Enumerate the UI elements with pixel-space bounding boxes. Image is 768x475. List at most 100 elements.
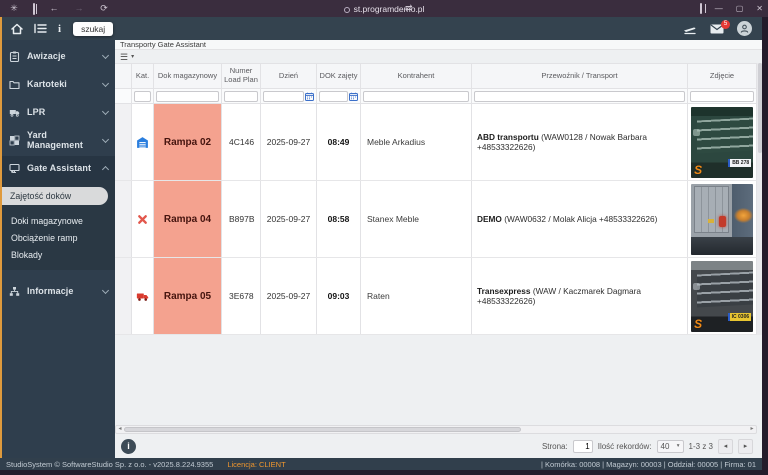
dock-occupancy-table: Kat. Dok magazynowy Numer Load Plan Dzie… (115, 63, 757, 335)
sidebar-label: Awizacje (27, 51, 103, 61)
context-info-text: | Komórka: 00008 | Magazyn: 00003 | Oddz… (541, 460, 756, 469)
col-header-dok-magazynowy[interactable]: Dok magazynowy (154, 64, 222, 88)
horizontal-scrollbar-thumb[interactable] (124, 427, 521, 432)
col-header-przewoznik[interactable]: Przewoźnik / Transport (472, 64, 688, 88)
main-content: Transporty Gate Assistant ☰ ▾ Kat. Dok m… (115, 40, 762, 458)
info-icon[interactable]: i (58, 23, 61, 35)
carrier-details: (WAW0632 / Molak Alicja +48533322626) (502, 214, 658, 224)
grid-menu-icon[interactable]: ☰ (120, 52, 128, 62)
sitemap-icon (9, 286, 20, 297)
filter-dok-input[interactable] (156, 91, 219, 102)
truck-photo-thumbnail[interactable] (691, 184, 753, 255)
reload-icon[interactable]: ⟳ (98, 0, 110, 17)
page-number-input[interactable] (573, 440, 593, 453)
split-view-icon[interactable] (700, 4, 702, 13)
filter-dzien-input[interactable] (263, 91, 304, 102)
horizontal-scrollbar[interactable]: ◂ ▸ (115, 425, 757, 434)
scania-logo: S (694, 163, 702, 177)
sidebar-subitem-zajetosc-dokow[interactable]: Zajętość doków (2, 187, 108, 205)
info-circle-icon[interactable]: i (121, 439, 136, 454)
filter-load-plan-input[interactable] (224, 91, 258, 102)
row-selector-header (115, 64, 132, 88)
close-icon[interactable]: ✕ (756, 4, 763, 13)
vertical-scrollbar[interactable] (757, 63, 762, 335)
col-header-numer-load-plan[interactable]: Numer Load Plan (222, 64, 261, 88)
red-cross-icon (137, 214, 148, 225)
sidebar-item-lpr[interactable]: LPR (2, 100, 115, 124)
carrier-cell: ABD transportu (WAW0128 / Nowak Barbara … (472, 132, 687, 153)
page-title: Transporty Gate Assistant (115, 40, 762, 50)
carrier-name: ABD transportu (477, 132, 539, 142)
chevron-down-icon (102, 79, 109, 86)
table-row[interactable]: Rampa 05 3E678 2025-09-27 09:03 Raten Tr… (115, 258, 757, 335)
table-row[interactable]: Rampa 02 4C146 2025-09-27 08:49 Meble Ar… (115, 104, 757, 181)
filter-przewoznik-input[interactable] (474, 91, 685, 102)
grid-menu-caret-icon[interactable]: ▾ (131, 53, 134, 60)
records-per-page-select[interactable]: 40 ▾ (657, 440, 684, 453)
calendar-icon[interactable] (305, 92, 314, 101)
sidebar-subitem-obciazenie-ramp[interactable]: Obciążenie ramp (2, 231, 115, 245)
chevron-down-icon (102, 51, 109, 58)
app-header: i szukaj 5 (0, 17, 762, 40)
sidebar-item-gate-assistant[interactable]: Gate Assistant (2, 156, 115, 180)
dock-name-cell: Rampa 04 (154, 181, 222, 257)
search-button[interactable]: szukaj (73, 22, 113, 36)
status-bar: StudioSystem © SoftwareStudio Sp. z o.o.… (0, 458, 762, 470)
menu-lines-icon[interactable] (34, 23, 47, 34)
tab-actions-icon[interactable]: ⇄ (405, 0, 413, 17)
sidebar-item-informacje[interactable]: Informacje (2, 279, 115, 303)
day-cell: 2025-09-27 (261, 104, 317, 180)
col-header-dzien[interactable]: Dzień (261, 64, 317, 88)
truck-photo-thumbnail[interactable]: IC 0306 S (691, 261, 753, 332)
back-icon[interactable]: ← (48, 0, 60, 17)
folder-icon (9, 79, 20, 90)
load-plan-cell: B897B (222, 214, 255, 224)
scroll-right-arrow-icon[interactable]: ▸ (748, 425, 756, 434)
load-plan-cell: 3E678 (222, 291, 254, 301)
vertical-scrollbar-thumb[interactable] (758, 63, 762, 153)
carrier-name: DEMO (477, 214, 502, 224)
browser-sidebar-toggle-icon[interactable] (33, 4, 35, 14)
monitor-icon (9, 163, 20, 174)
records-per-page-value: 40 (661, 442, 670, 451)
forward-icon[interactable]: → (73, 0, 85, 17)
browser-logo-icon[interactable]: ✳ (8, 0, 20, 17)
prev-page-button[interactable]: ◂ (718, 439, 733, 454)
pagination-bar: i Strona: Ilość rekordów: 40 ▾ 1-3 z 3 ◂… (115, 437, 757, 455)
sidebar-subitem-blokady[interactable]: Blokady (2, 248, 115, 262)
browser-titlebar: ✳ ← → ⟳ st.programdemo.pl ⇄ — ▢ ✕ (0, 0, 768, 17)
messages-badge: 5 (721, 20, 730, 29)
filter-kontrahent-input[interactable] (363, 91, 469, 102)
maximize-icon[interactable]: ▢ (736, 4, 744, 13)
site-info-icon[interactable] (344, 7, 350, 13)
home-icon[interactable] (11, 23, 23, 35)
calendar-icon[interactable] (349, 92, 358, 101)
col-header-zdjecie[interactable]: Zdjęcie (688, 64, 757, 88)
filter-kat-input[interactable] (134, 91, 151, 102)
filter-zdjecie-input[interactable] (690, 91, 754, 102)
next-page-button[interactable]: ▸ (738, 439, 753, 454)
filter-dok-zajety-input[interactable] (319, 91, 348, 102)
sidebar-subitem-doki-magazynowe[interactable]: Doki magazynowe (2, 214, 115, 228)
messages-icon[interactable]: 5 (710, 24, 724, 34)
col-header-dok-zajety[interactable]: DOK zajęty (317, 64, 361, 88)
clipboard-icon (9, 51, 20, 62)
sidebar-item-yard-management[interactable]: Yard Management (2, 128, 115, 152)
sidebar-label: Gate Assistant (27, 163, 103, 173)
license-plate: IC 0306 (728, 313, 752, 321)
truck-photo-thumbnail[interactable]: BB 278 S (691, 107, 753, 178)
scroll-left-arrow-icon[interactable]: ◂ (116, 425, 124, 434)
time-cell: 08:49 (317, 104, 361, 180)
time-cell: 09:03 (317, 258, 361, 334)
url-bar[interactable]: st.programdemo.pl (0, 4, 768, 14)
sidebar-item-awizacje[interactable]: Awizacje (2, 44, 115, 68)
gate-plane-icon[interactable] (683, 23, 697, 35)
accent-stripe (0, 17, 2, 458)
sidebar-item-kartoteki[interactable]: Kartoteki (2, 72, 115, 96)
col-header-kat[interactable]: Kat. (132, 64, 154, 88)
minimize-icon[interactable]: — (715, 4, 723, 13)
col-header-kontrahent[interactable]: Kontrahent (361, 64, 472, 88)
user-avatar[interactable] (737, 21, 752, 36)
table-row[interactable]: Rampa 04 B897B 2025-09-27 08:58 Stanex M… (115, 181, 757, 258)
url-text: st.programdemo.pl (354, 4, 425, 14)
